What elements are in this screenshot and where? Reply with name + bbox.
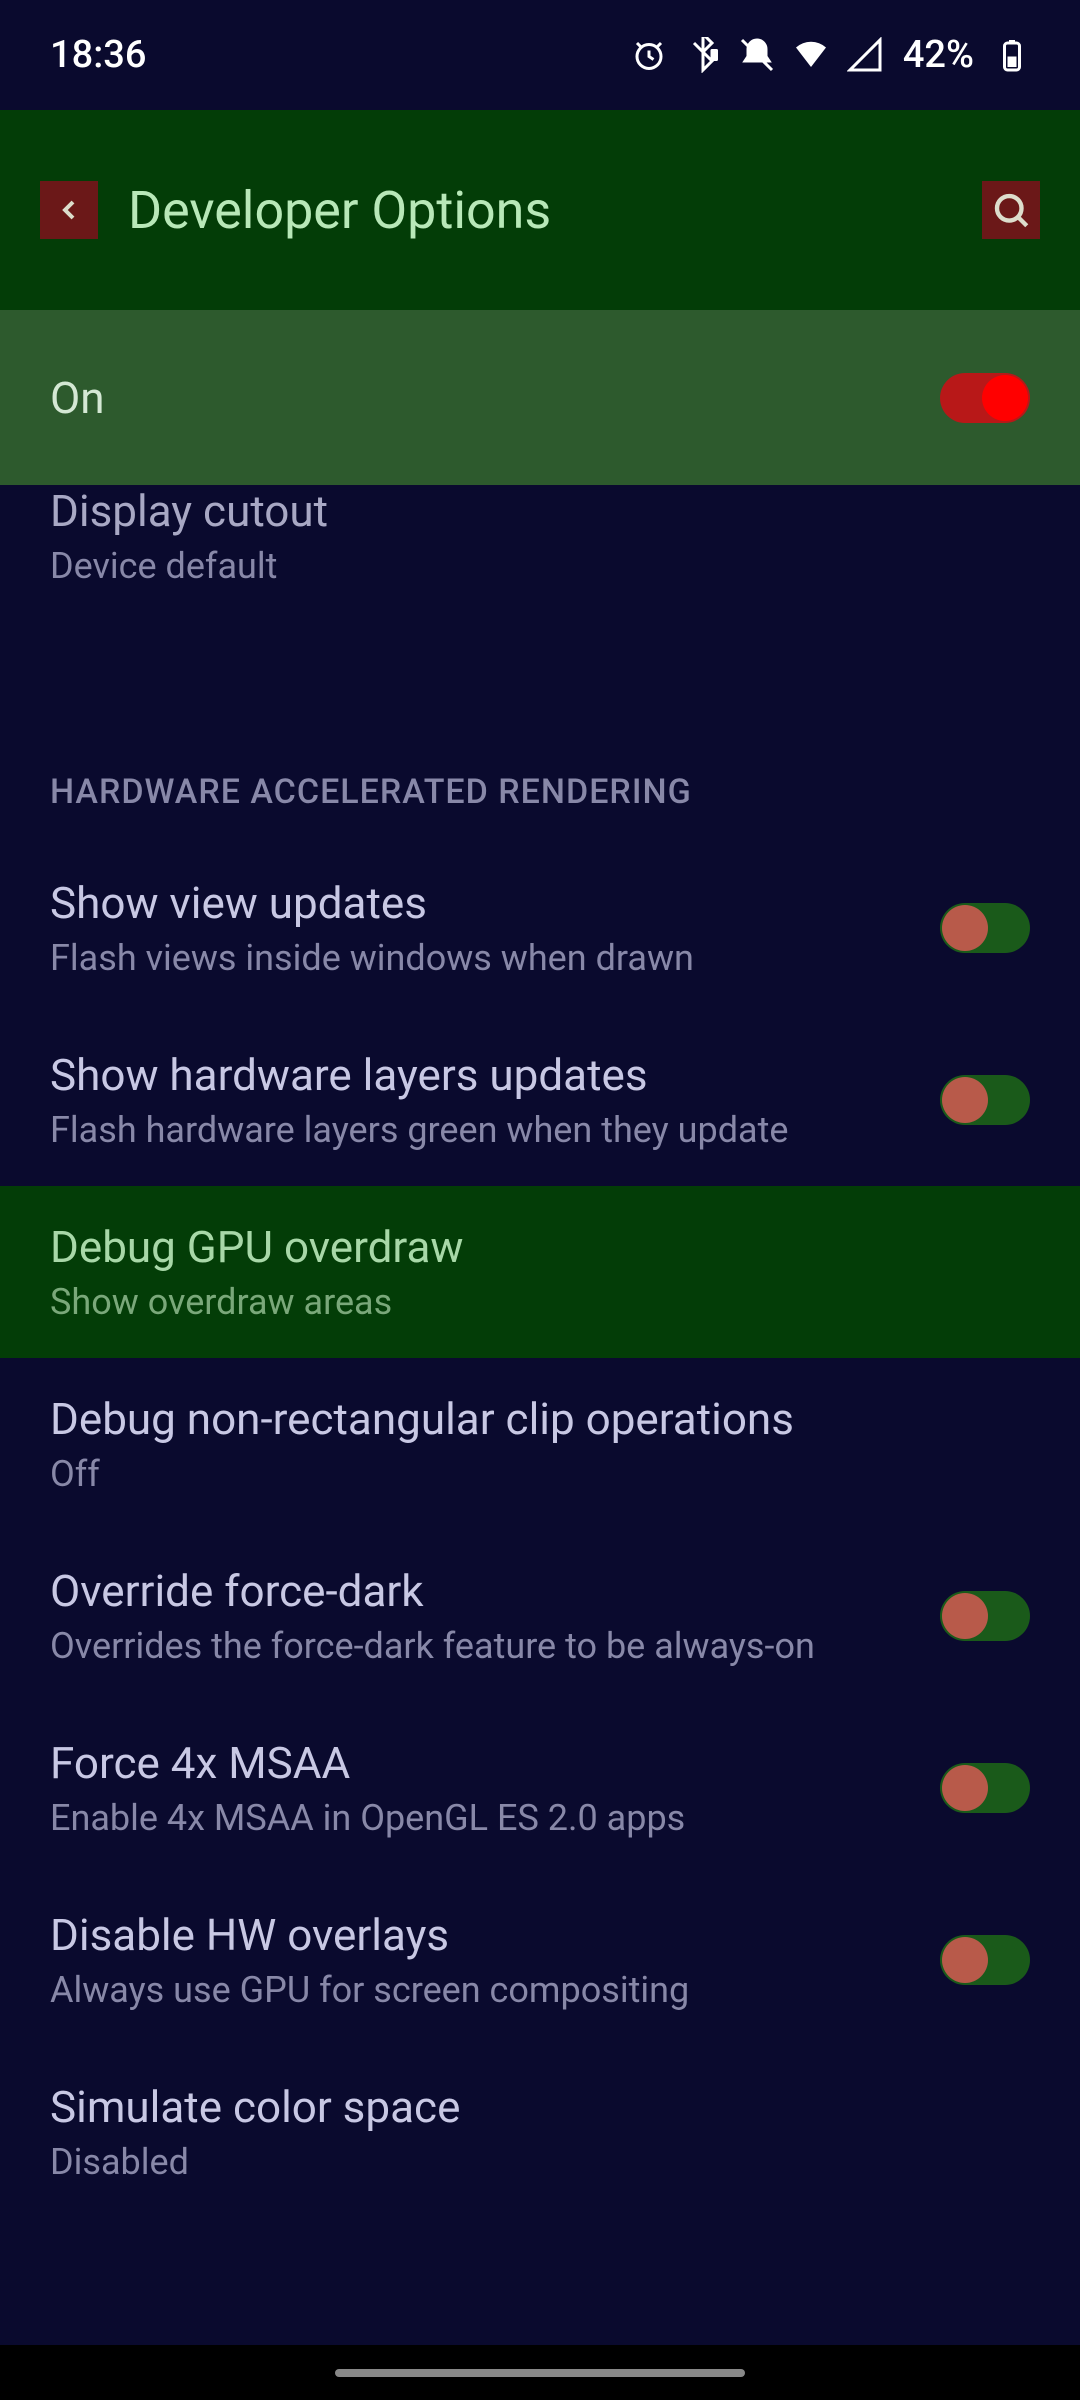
app-bar: Developer Options <box>0 110 1080 310</box>
setting-show-hw-layers[interactable]: Show hardware layers updates Flash hardw… <box>0 1014 1080 1186</box>
alarm-icon <box>631 37 667 73</box>
setting-simulate-color-space[interactable]: Simulate color space Disabled <box>0 2046 1080 2218</box>
page-title: Developer Options <box>128 180 952 241</box>
master-toggle-switch[interactable] <box>940 373 1030 423</box>
chevron-left-icon <box>53 194 85 226</box>
search-button[interactable] <box>982 181 1040 239</box>
setting-title: Debug non-rectangular clip operations <box>50 1393 1030 1445</box>
setting-desc: Show overdraw areas <box>50 1281 1030 1323</box>
setting-desc: Overrides the force-dark feature to be a… <box>50 1625 910 1667</box>
signal-icon <box>847 37 883 73</box>
notifications-off-icon <box>739 37 775 73</box>
toggle-switch[interactable] <box>940 1591 1030 1641</box>
search-icon <box>990 189 1032 231</box>
status-icons-group <box>631 37 883 73</box>
wifi-icon <box>793 37 829 73</box>
toggle-switch[interactable] <box>940 1763 1030 1813</box>
master-toggle-row[interactable]: On <box>0 310 1080 485</box>
setting-debug-gpu-overdraw[interactable]: Debug GPU overdraw Show overdraw areas <box>0 1186 1080 1358</box>
bluetooth-icon <box>685 37 721 73</box>
setting-title: Show hardware layers updates <box>50 1049 910 1101</box>
toggle-switch[interactable] <box>940 1935 1030 1985</box>
setting-override-force-dark[interactable]: Override force-dark Overrides the force-… <box>0 1530 1080 1702</box>
setting-title: Show view updates <box>50 877 910 929</box>
status-bar: 18:36 42% <box>0 0 1080 110</box>
setting-value: Device default <box>50 545 1030 587</box>
setting-disable-hw-overlays[interactable]: Disable HW overlays Always use GPU for s… <box>0 1874 1080 2046</box>
status-time: 18:36 <box>50 33 146 77</box>
setting-desc: Off <box>50 1453 1030 1495</box>
setting-debug-clip-ops[interactable]: Debug non-rectangular clip operations Of… <box>0 1358 1080 1530</box>
section-header: HARDWARE ACCELERATED RENDERING <box>0 617 1080 842</box>
setting-show-view-updates[interactable]: Show view updates Flash views inside win… <box>0 842 1080 1014</box>
setting-title: Display cutout <box>50 485 1030 537</box>
setting-desc: Always use GPU for screen compositing <box>50 1969 910 2011</box>
settings-list: Display cutout Device default HARDWARE A… <box>0 485 1080 2218</box>
setting-title: Force 4x MSAA <box>50 1737 910 1789</box>
setting-title: Disable HW overlays <box>50 1909 910 1961</box>
nav-bar <box>0 2345 1080 2400</box>
setting-desc: Enable 4x MSAA in OpenGL ES 2.0 apps <box>50 1797 910 1839</box>
toggle-switch[interactable] <box>940 903 1030 953</box>
setting-title: Debug GPU overdraw <box>50 1221 1030 1273</box>
setting-title: Override force-dark <box>50 1565 910 1617</box>
nav-handle[interactable] <box>335 2369 745 2377</box>
toggle-switch[interactable] <box>940 1075 1030 1125</box>
battery-icon <box>994 37 1030 73</box>
setting-desc: Flash hardware layers green when they up… <box>50 1109 910 1151</box>
master-toggle-label: On <box>50 372 105 424</box>
setting-title: Simulate color space <box>50 2081 1030 2133</box>
setting-desc: Disabled <box>50 2141 1030 2183</box>
setting-desc: Flash views inside windows when drawn <box>50 937 910 979</box>
setting-force-4x-msaa[interactable]: Force 4x MSAA Enable 4x MSAA in OpenGL E… <box>0 1702 1080 1874</box>
status-right: 42% <box>631 33 1030 77</box>
back-button[interactable] <box>40 181 98 239</box>
battery-percent: 42% <box>903 33 974 77</box>
setting-display-cutout[interactable]: Display cutout Device default <box>0 485 1080 617</box>
